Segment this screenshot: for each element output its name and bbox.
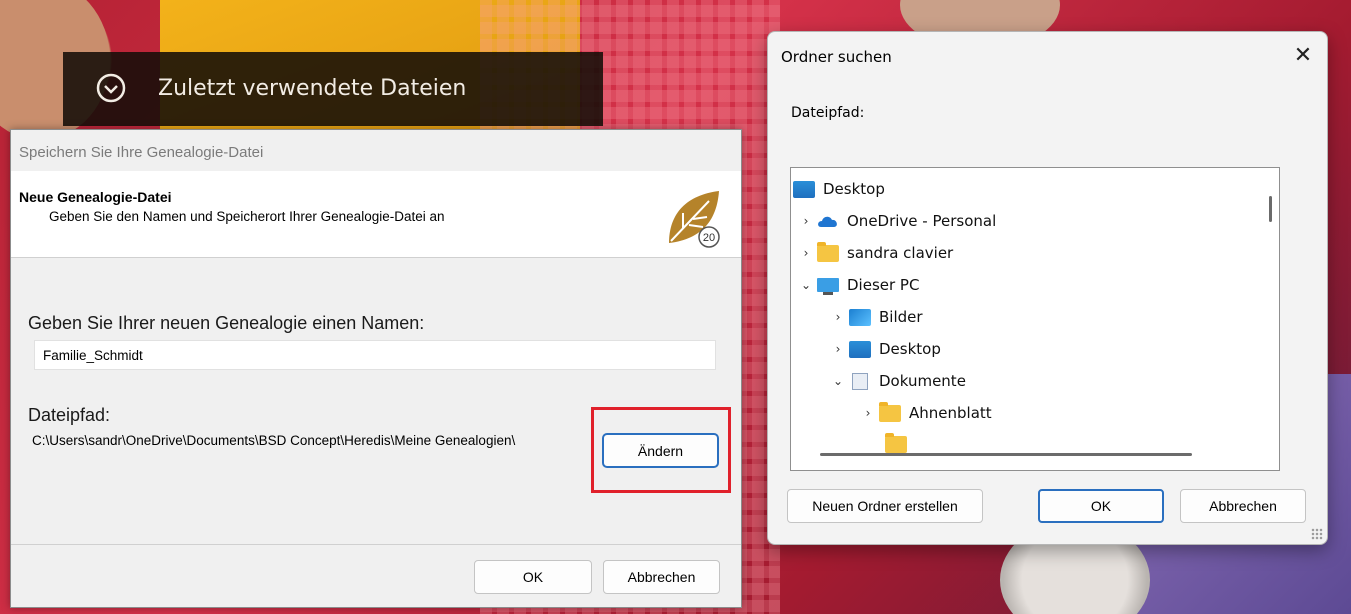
tree-item-label: Bilder (879, 308, 923, 326)
tree-item-label: Dieser PC (847, 276, 920, 294)
chevron-down-icon[interactable]: ⌄ (795, 278, 817, 292)
close-icon[interactable]: ✕ (1288, 40, 1318, 70)
chevron-down-icon[interactable]: ⌄ (827, 374, 849, 388)
cancel-button[interactable]: Abbrechen (603, 560, 720, 594)
cancel-button[interactable]: Abbrechen (1180, 489, 1306, 523)
tree-item-sandra-clavier[interactable]: › sandra clavier (795, 238, 953, 268)
tree-item-label: OneDrive - Personal (847, 212, 997, 230)
chevron-right-icon[interactable]: › (857, 406, 879, 420)
tree-item-desktop[interactable]: Desktop (791, 174, 885, 204)
tree-item-bilder[interactable]: › Bilder (827, 302, 923, 332)
folder-icon (817, 241, 839, 262)
header-title: Neue Genealogie-Datei (19, 189, 172, 205)
documents-icon (852, 372, 868, 390)
header-subtitle: Geben Sie den Namen und Speicherort Ihre… (49, 209, 445, 224)
horizontal-scrollbar[interactable] (820, 453, 1192, 456)
save-genealogy-dialog: Speichern Sie Ihre Genealogie-Datei Neue… (10, 129, 742, 608)
tree-item-ahnenblatt[interactable]: › Ahnenblatt (857, 398, 992, 428)
path-label: Dateipfad: (28, 405, 111, 425)
tree-item-desktop-2[interactable]: › Desktop (827, 334, 941, 364)
ok-button[interactable]: OK (1038, 489, 1164, 523)
path-value: C:\Users\sandr\OneDrive\Documents\BSD Co… (32, 433, 516, 448)
chevron-right-icon[interactable]: › (827, 342, 849, 356)
resize-grip[interactable] (1311, 528, 1323, 540)
tree-item-dokumente[interactable]: ⌄ Dokumente (827, 366, 966, 396)
tree-item-onedrive[interactable]: › OneDrive - Personal (795, 206, 997, 236)
change-path-button[interactable]: Ändern (602, 433, 719, 468)
name-label: Geben Sie Ihrer neuen Genealogie einen N… (28, 313, 425, 333)
recent-files-title[interactable]: Zuletzt verwendete Dateien (158, 76, 466, 101)
folder-icon (879, 401, 901, 422)
dialog-title: Ordner suchen (781, 48, 892, 66)
tree-item-label: Desktop (823, 180, 885, 198)
new-folder-button[interactable]: Neuen Ordner erstellen (787, 489, 983, 523)
chevron-right-icon[interactable]: › (827, 310, 849, 324)
folder-icon (885, 433, 907, 453)
desktop-icon (793, 180, 815, 198)
tree-item-label: Ahnenblatt (909, 404, 992, 422)
dialog-header: Neue Genealogie-Datei Geben Sie den Name… (11, 170, 741, 258)
folder-browser-dialog: Ordner suchen ✕ Dateipfad: Desktop › One… (767, 31, 1328, 545)
genealogy-name-input[interactable] (34, 340, 716, 370)
path-label: Dateipfad: (791, 105, 865, 121)
ok-button[interactable]: OK (474, 560, 592, 594)
desktop-icon (849, 340, 871, 358)
heredis-logo-icon: 20 (669, 191, 720, 248)
tree-item-label: Desktop (879, 340, 941, 358)
folder-tree[interactable]: Desktop › OneDrive - Personal › sandra c… (790, 167, 1280, 471)
vertical-scrollbar[interactable] (1269, 196, 1272, 222)
tree-item-dieser-pc[interactable]: ⌄ Dieser PC (795, 270, 919, 300)
onedrive-icon (818, 216, 837, 227)
dialog-title: Speichern Sie Ihre Genealogie-Datei (19, 144, 264, 161)
chevron-right-icon[interactable]: › (795, 246, 817, 260)
footer-divider (11, 544, 741, 545)
logo-badge: 20 (703, 232, 715, 244)
pc-icon (817, 278, 839, 295)
clock-chevron-icon[interactable] (95, 72, 127, 104)
pictures-icon (849, 308, 871, 326)
tree-item-label: Dokumente (879, 372, 966, 390)
chevron-right-icon[interactable]: › (795, 214, 817, 228)
tree-item-label: sandra clavier (847, 244, 954, 262)
